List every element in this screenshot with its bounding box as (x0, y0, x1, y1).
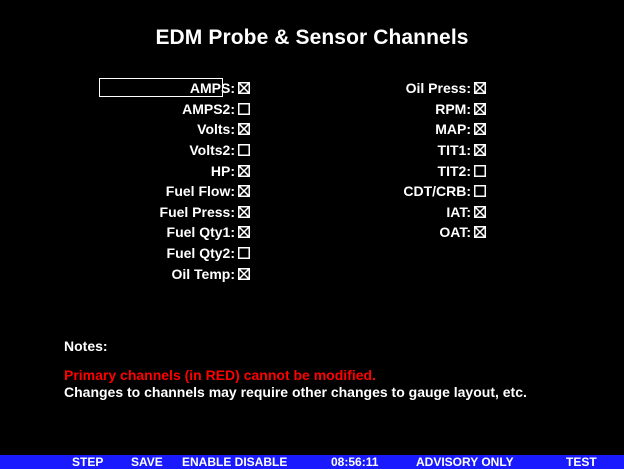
primary-channels-warning: Primary channels (in RED) cannot be modi… (64, 367, 376, 383)
channel-label: Oil Press: (405, 80, 471, 97)
checked-checkbox-icon[interactable] (474, 144, 486, 157)
checked-checkbox-icon[interactable] (474, 226, 486, 239)
channel-row-tit1[interactable]: TIT1: (340, 140, 490, 161)
channel-row-cdt-crb[interactable]: CDT/CRB: (340, 181, 490, 202)
checked-checkbox-icon[interactable] (238, 267, 250, 280)
channel-label: TIT2: (437, 162, 471, 179)
channel-row-oil-press[interactable]: Oil Press: (340, 78, 490, 99)
unchecked-checkbox-icon[interactable] (238, 102, 250, 115)
checked-checkbox-icon[interactable] (474, 123, 486, 136)
checked-checkbox-icon[interactable] (474, 102, 486, 115)
unchecked-checkbox-icon[interactable] (474, 185, 486, 198)
page-title: EDM Probe & Sensor Channels (155, 26, 469, 49)
channel-row-fuel-press[interactable]: Fuel Press: (104, 202, 254, 223)
channel-row-oat[interactable]: OAT: (340, 222, 490, 243)
channel-row-volts[interactable]: Volts: (104, 119, 254, 140)
channel-label: OAT: (439, 224, 471, 241)
channel-row-amps[interactable]: AMPS: (104, 78, 254, 99)
channel-label: HP: (210, 162, 235, 179)
unchecked-checkbox-icon[interactable] (238, 144, 250, 157)
channel-row-hp[interactable]: HP: (104, 160, 254, 181)
channel-label: AMPS: (189, 80, 235, 97)
channel-label: RPM: (435, 100, 471, 117)
channel-label: Fuel Qty1: (166, 224, 235, 241)
channel-row-rpm[interactable]: RPM: (340, 99, 490, 120)
clock-display: 08:56:11 (331, 455, 379, 469)
step-button[interactable]: STEP (72, 455, 103, 469)
channel-label: IAT: (446, 203, 471, 220)
channel-row-map[interactable]: MAP: (340, 119, 490, 140)
checked-checkbox-icon[interactable] (238, 82, 250, 95)
channel-row-fuel-qty1[interactable]: Fuel Qty1: (104, 222, 254, 243)
unchecked-checkbox-icon[interactable] (474, 164, 486, 177)
channel-label: Oil Temp: (171, 265, 235, 282)
checked-checkbox-icon[interactable] (238, 164, 250, 177)
unchecked-checkbox-icon[interactable] (238, 247, 250, 260)
enable-disable-button[interactable]: ENABLE DISABLE (182, 455, 287, 469)
channel-changes-note: Changes to channels may require other ch… (64, 384, 527, 400)
channel-row-oil-temp[interactable]: Oil Temp: (104, 263, 254, 284)
channel-label: CDT/CRB: (403, 183, 471, 200)
channel-row-amps2[interactable]: AMPS2: (104, 99, 254, 120)
advisory-only-button[interactable]: ADVISORY ONLY (416, 455, 514, 469)
left-channel-list: AMPS: AMPS2: Volts: Volts2: HP: Fuel Flow: Fue… (104, 78, 254, 284)
checked-checkbox-icon[interactable] (238, 205, 250, 218)
right-channel-list: Oil Press: RPM: MAP: TIT1: TIT2: CDT/CRB: IAT:… (340, 78, 490, 243)
channel-row-tit2[interactable]: TIT2: (340, 160, 490, 181)
checked-checkbox-icon[interactable] (238, 123, 250, 136)
checked-checkbox-icon[interactable] (474, 82, 486, 95)
channel-row-volts2[interactable]: Volts2: (104, 140, 254, 161)
checked-checkbox-icon[interactable] (238, 185, 250, 198)
channel-label: Fuel Press: (159, 203, 235, 220)
channel-label: MAP: (435, 121, 471, 138)
save-button[interactable]: SAVE (131, 455, 163, 469)
checked-checkbox-icon[interactable] (238, 226, 250, 239)
checked-checkbox-icon[interactable] (474, 205, 486, 218)
channel-row-fuel-flow[interactable]: Fuel Flow: (104, 181, 254, 202)
notes-heading: Notes: (64, 338, 108, 354)
channel-row-fuel-qty2[interactable]: Fuel Qty2: (104, 243, 254, 264)
channel-label: Fuel Flow: (165, 183, 235, 200)
test-button[interactable]: TEST (566, 455, 597, 469)
channel-label: Fuel Qty2: (166, 245, 235, 262)
channel-label: AMPS2: (182, 100, 235, 117)
channel-label: Volts2: (189, 142, 235, 159)
channel-label: TIT1: (437, 142, 471, 159)
channel-row-iat[interactable]: IAT: (340, 202, 490, 223)
softkey-bar: STEP SAVE ENABLE DISABLE 08:56:11 ADVISO… (0, 455, 624, 469)
channel-label: Volts: (197, 121, 235, 138)
